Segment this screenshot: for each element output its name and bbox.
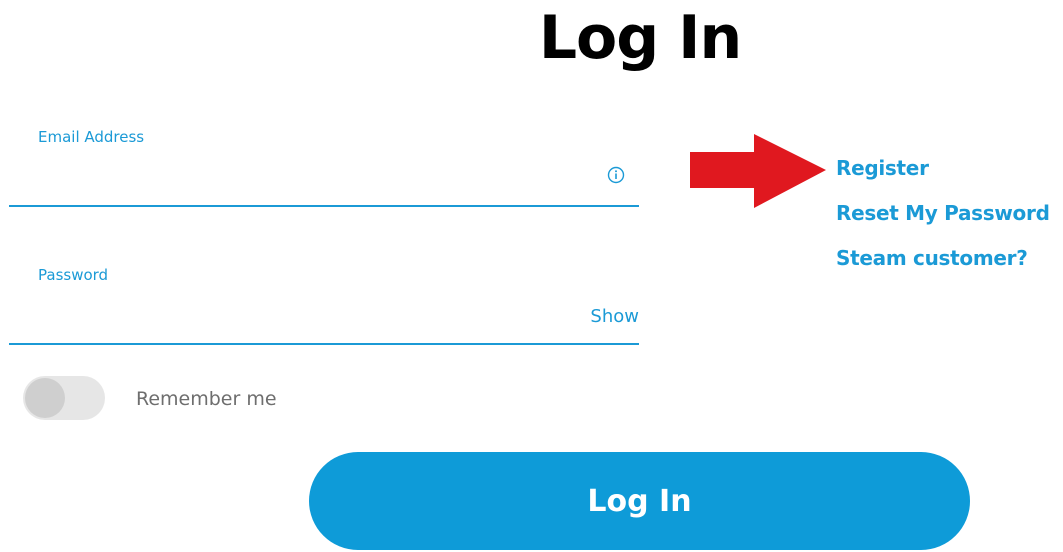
toggle-knob [25, 378, 65, 418]
info-circle-icon[interactable] [607, 166, 625, 184]
steam-customer-link[interactable]: Steam customer? [836, 246, 1050, 270]
show-password-button[interactable]: Show [590, 306, 639, 327]
red-arrow-right-icon [690, 134, 826, 208]
password-label: Password [38, 266, 109, 284]
email-label: Email Address [38, 128, 145, 146]
register-link[interactable]: Register [836, 156, 1050, 180]
login-button[interactable]: Log In [309, 452, 970, 550]
reset-password-link[interactable]: Reset My Password [836, 201, 1050, 225]
password-field-group: Password Show [9, 258, 639, 345]
page-title: Log In [538, 3, 742, 73]
password-input[interactable] [9, 298, 569, 334]
remember-me-label: Remember me [136, 388, 277, 410]
side-links: Register Reset My Password Steam custome… [836, 156, 1050, 291]
email-field-group: Email Address [9, 120, 639, 207]
email-input[interactable] [9, 160, 569, 196]
remember-me-toggle[interactable] [23, 376, 105, 420]
